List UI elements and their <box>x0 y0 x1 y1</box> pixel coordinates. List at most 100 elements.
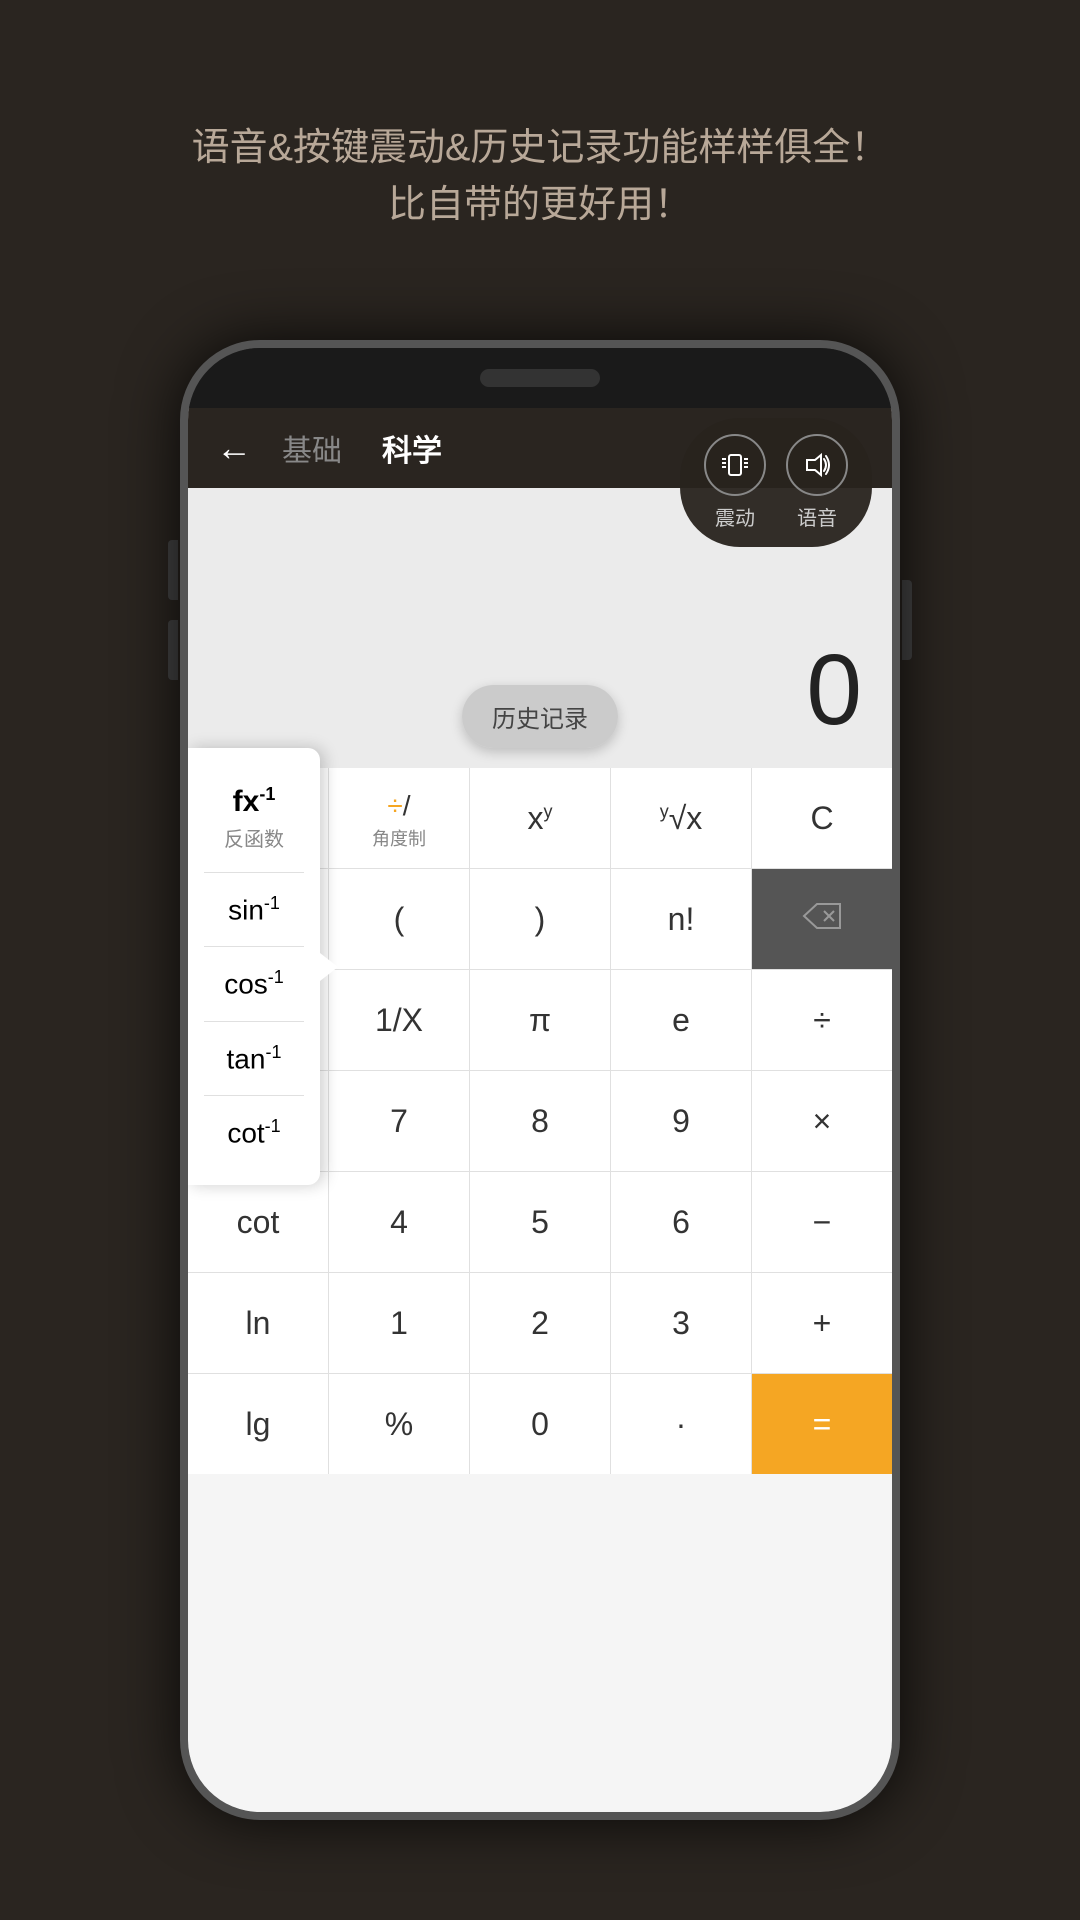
side-panel-tan-inv[interactable]: tan-1 <box>204 1026 304 1091</box>
key-0-4[interactable]: C <box>752 768 892 868</box>
key-5-1[interactable]: 1 <box>329 1273 470 1373</box>
key-5-3[interactable]: 3 <box>611 1273 752 1373</box>
key-main-5-0: ln <box>246 1305 271 1342</box>
history-button[interactable]: 历史记录 <box>462 685 618 748</box>
key-main-0-1: ÷/ <box>387 786 410 823</box>
side-panel-arrow <box>320 953 338 981</box>
key-1-1[interactable]: ( <box>329 869 470 969</box>
key-3-2[interactable]: 8 <box>470 1071 611 1171</box>
sound-icon <box>786 434 848 496</box>
key-2-1[interactable]: 1/X <box>329 970 470 1070</box>
key-row-6: lg% 0 · = <box>188 1374 892 1474</box>
vibrate-icon <box>704 434 766 496</box>
key-4-1[interactable]: 4 <box>329 1172 470 1272</box>
back-button[interactable]: ← <box>216 427 252 469</box>
key-main-6-0: lg <box>246 1406 271 1443</box>
key-main-1-2: ) <box>535 901 546 938</box>
key-main-4-4: − <box>813 1204 832 1241</box>
key-main-3-1: 7 <box>390 1103 408 1140</box>
nav-bar: ← 基础 科学 <box>188 408 892 488</box>
side-panel-fx-label: 反函数 <box>224 823 284 852</box>
key-main-6-1: % <box>385 1406 413 1443</box>
vol-button-down <box>168 620 178 680</box>
key-main-6-4: = <box>813 1406 832 1443</box>
key-main-2-1: 1/X <box>375 1002 423 1039</box>
key-main-6-2: 0 <box>531 1406 549 1443</box>
key-main-5-1: 1 <box>390 1305 408 1342</box>
key-main-2-2: π <box>529 1002 551 1039</box>
divider-4 <box>204 1095 304 1096</box>
divider-1 <box>204 872 304 873</box>
key-0-1[interactable]: ÷/角度制 <box>329 768 470 868</box>
key-main-4-2: 5 <box>531 1204 549 1241</box>
key-main-3-3: 9 <box>672 1103 690 1140</box>
key-1-2[interactable]: ) <box>470 869 611 969</box>
key-5-4[interactable]: + <box>752 1273 892 1373</box>
vibrate-menu-item[interactable]: 震动 <box>704 434 766 531</box>
side-panel-cot-inv[interactable]: cot-1 <box>204 1100 304 1165</box>
key-4-0[interactable]: cot <box>188 1172 329 1272</box>
key-6-1[interactable]: % <box>329 1374 470 1474</box>
key-6-4[interactable]: = <box>752 1374 892 1474</box>
side-panel-cos-inv[interactable]: cos-1 <box>204 951 304 1016</box>
key-row-4: cot 4 5 6 − <box>188 1172 892 1273</box>
key-1-4[interactable] <box>752 869 892 969</box>
phone-mockup: ← 基础 科学 <box>180 340 900 1820</box>
power-button <box>902 580 912 660</box>
key-main-0-3: y√x <box>660 800 703 837</box>
key-main-4-0: cot <box>237 1204 280 1241</box>
key-2-2[interactable]: π <box>470 970 611 1070</box>
key-5-0[interactable]: ln <box>188 1273 329 1373</box>
key-main-4-3: 6 <box>672 1204 690 1241</box>
key-main-1-4 <box>802 901 842 938</box>
history-bubble-label: 历史记录 <box>462 685 618 748</box>
vol-button-up <box>168 540 178 600</box>
key-3-1[interactable]: 7 <box>329 1071 470 1171</box>
key-main-5-2: 2 <box>531 1305 549 1342</box>
key-3-4[interactable]: × <box>752 1071 892 1171</box>
key-4-2[interactable]: 5 <box>470 1172 611 1272</box>
key-main-5-3: 3 <box>672 1305 690 1342</box>
float-menu: 震动 语音 <box>680 418 872 547</box>
key-main-1-1: ( <box>394 901 405 938</box>
key-main-6-3: · <box>676 1406 687 1443</box>
key-main-0-4: C <box>810 800 833 837</box>
key-main-1-3: n! <box>668 901 695 938</box>
tab-basic[interactable]: 基础 <box>282 426 342 470</box>
key-6-0[interactable]: lg <box>188 1374 329 1474</box>
key-main-2-4: ÷ <box>813 1002 831 1039</box>
side-panel: fx-1 反函数 sin-1 cos-1 tan-1 cot-1 <box>188 748 320 1185</box>
key-3-3[interactable]: 9 <box>611 1071 752 1171</box>
divider-2 <box>204 946 304 947</box>
nav-tabs: 基础 科学 <box>282 426 442 470</box>
key-2-3[interactable]: e <box>611 970 752 1070</box>
vibrate-label: 震动 <box>715 502 755 531</box>
sound-menu-item[interactable]: 语音 <box>786 434 848 531</box>
tab-science[interactable]: 科学 <box>382 426 442 470</box>
key-main-0-2: xy <box>528 800 553 837</box>
promo-text-block: 语音&按键震动&历史记录功能样样俱全！ 比自带的更好用！ <box>0 0 1080 294</box>
divider-3 <box>204 1021 304 1022</box>
side-panel-fx[interactable]: fx-1 反函数 <box>204 768 304 868</box>
phone-top-bar <box>188 348 892 408</box>
key-4-3[interactable]: 6 <box>611 1172 752 1272</box>
key-main-3-4: × <box>813 1103 832 1140</box>
key-6-2[interactable]: 0 <box>470 1374 611 1474</box>
key-main-4-1: 4 <box>390 1204 408 1241</box>
app-content: ← 基础 科学 <box>188 408 892 1812</box>
key-1-3[interactable]: n! <box>611 869 752 969</box>
key-5-2[interactable]: 2 <box>470 1273 611 1373</box>
promo-line1: 语音&按键震动&历史记录功能样样俱全！ <box>80 120 1000 177</box>
phone-frame: ← 基础 科学 <box>180 340 900 1820</box>
key-4-4[interactable]: − <box>752 1172 892 1272</box>
key-6-3[interactable]: · <box>611 1374 752 1474</box>
side-panel-sin-inv[interactable]: sin-1 <box>204 877 304 942</box>
key-0-3[interactable]: y√x <box>611 768 752 868</box>
key-main-2-3: e <box>672 1002 690 1039</box>
key-0-2[interactable]: xy <box>470 768 611 868</box>
key-row-5: ln 1 2 3 + <box>188 1273 892 1374</box>
promo-line2: 比自带的更好用！ <box>80 177 1000 234</box>
key-main-3-2: 8 <box>531 1103 549 1140</box>
key-sub-0-1: 角度制 <box>372 825 426 851</box>
key-2-4[interactable]: ÷ <box>752 970 892 1070</box>
